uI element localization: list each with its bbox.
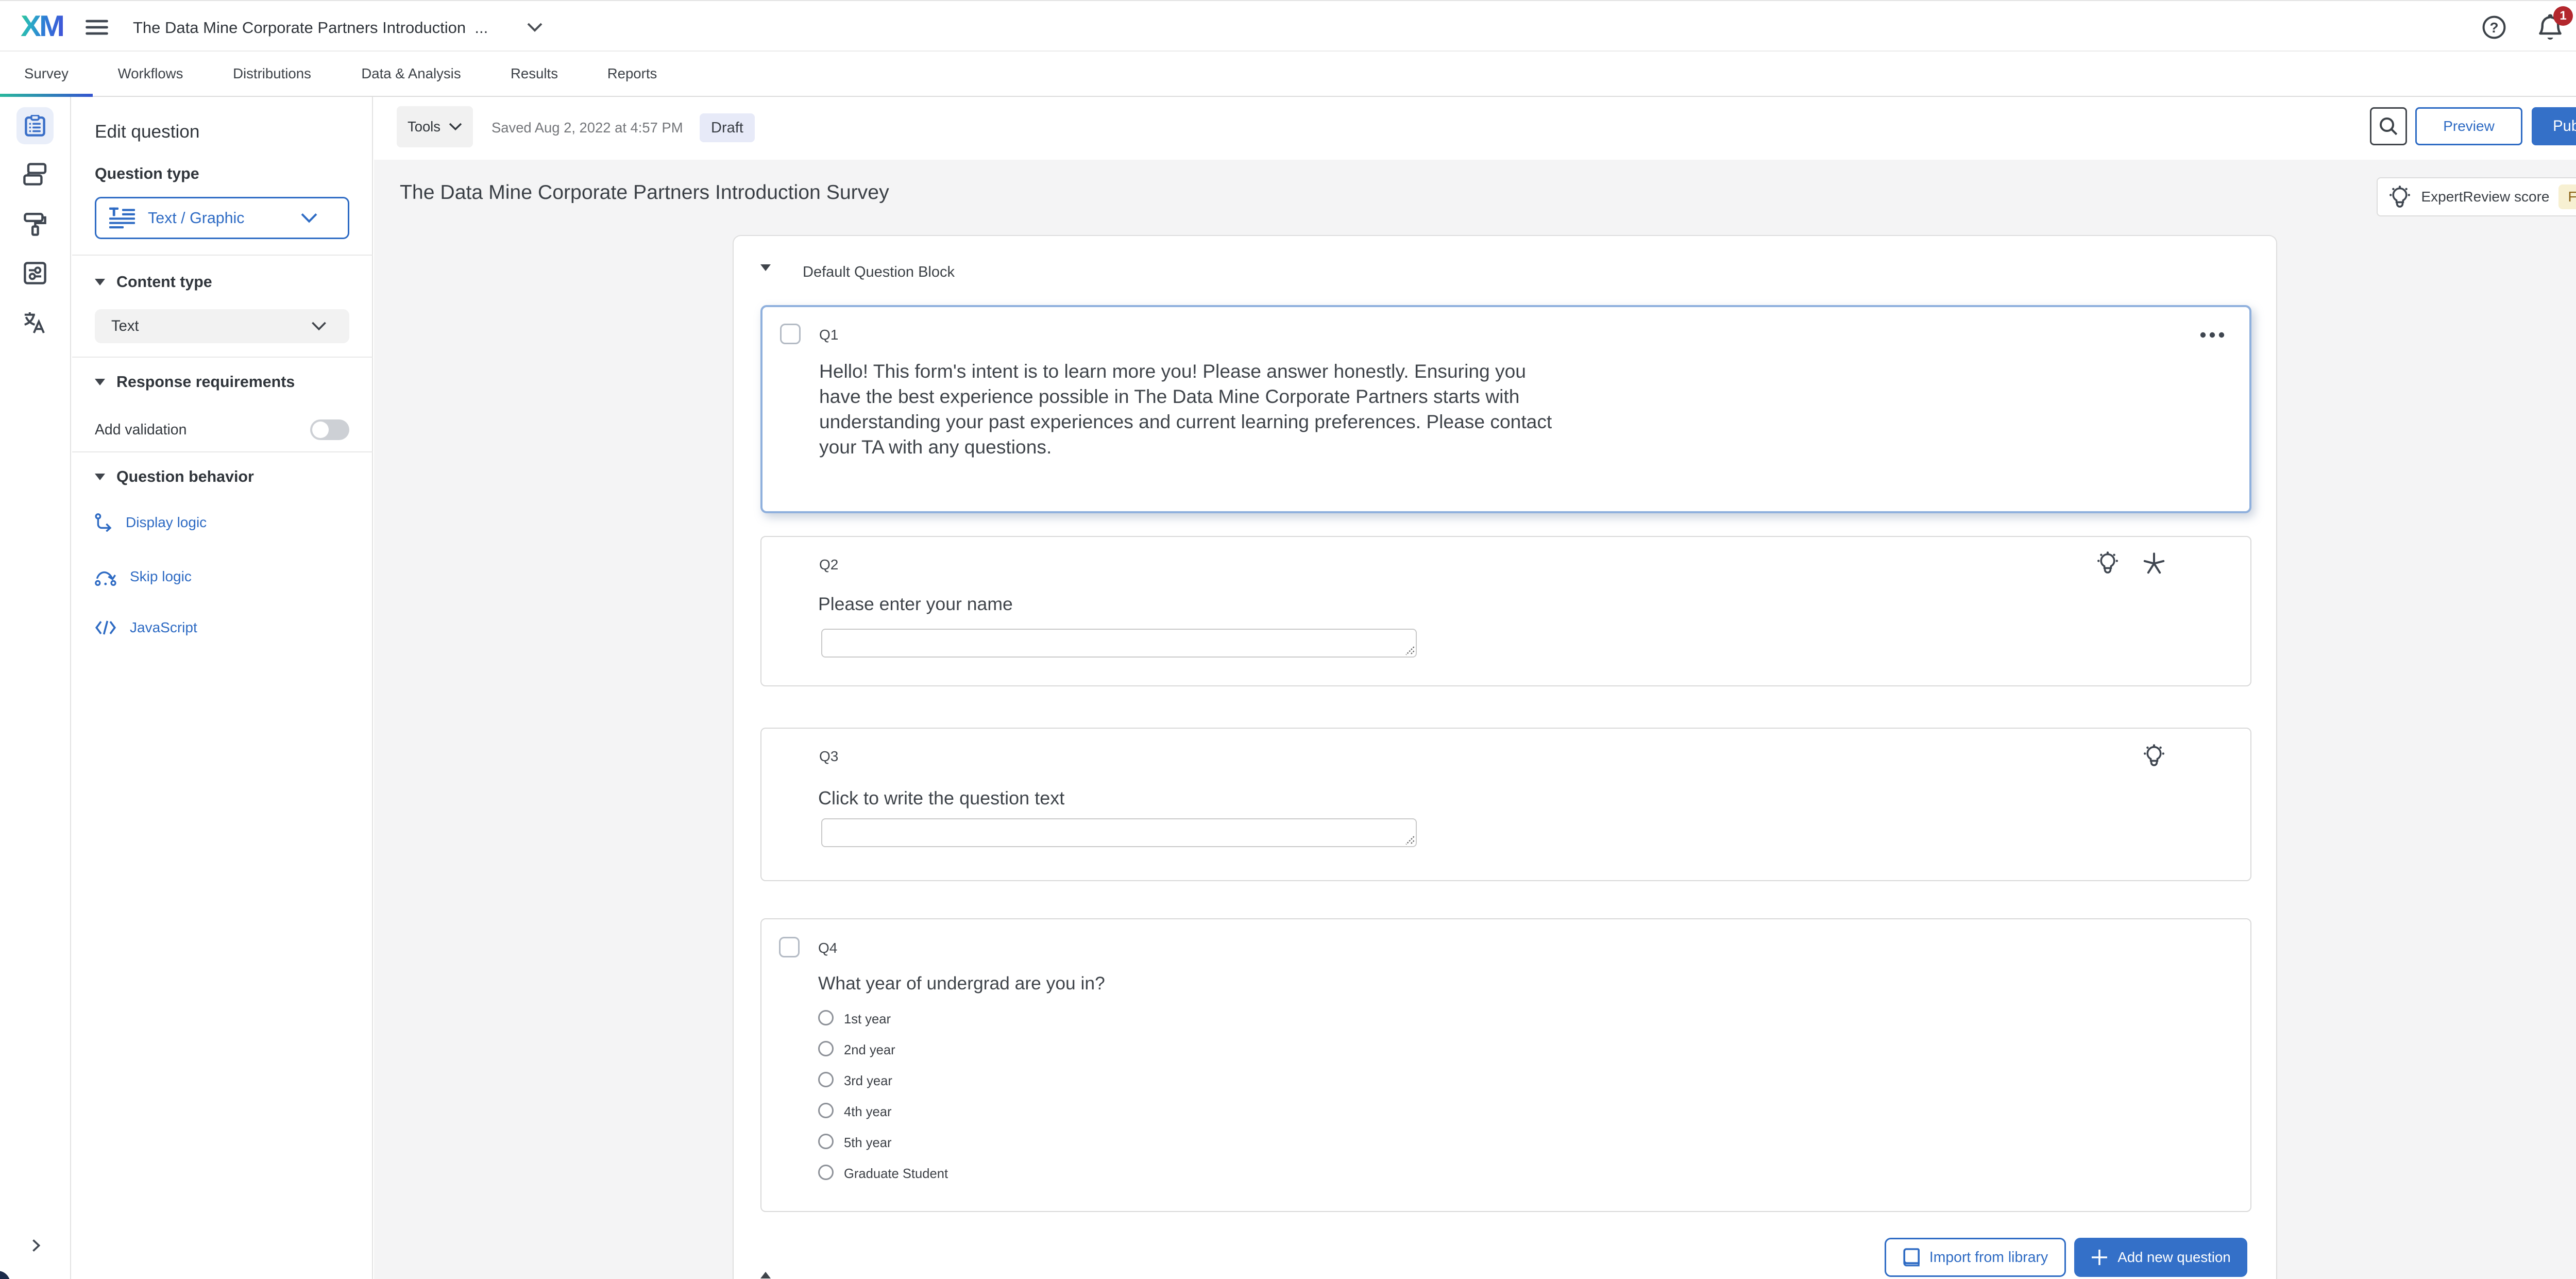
svg-text:?: ? [2489,20,2498,36]
